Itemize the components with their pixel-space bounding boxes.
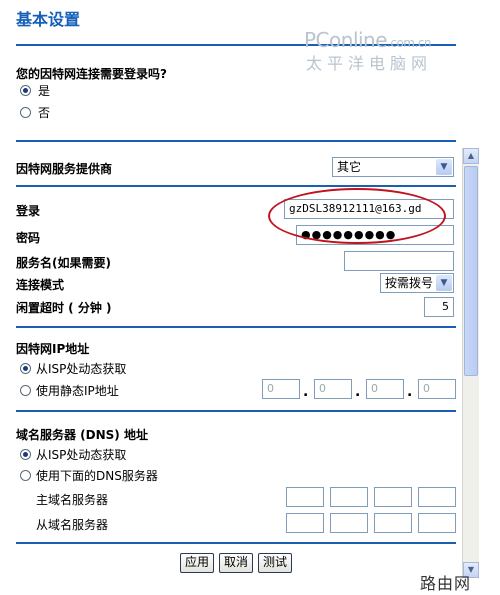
isp-label: 因特网服务提供商: [16, 162, 113, 176]
dns-manual-radio[interactable]: [20, 470, 31, 481]
ip-separator: .: [355, 384, 361, 400]
login-label: 登录: [16, 204, 41, 218]
watermark-logo: PConline.com.cn: [304, 28, 431, 52]
ip-static-label: 使用静态IP地址: [36, 384, 119, 398]
section-divider: [16, 326, 456, 328]
secondary-dns-octet-2[interactable]: [330, 513, 368, 533]
ip-heading: 因特网IP地址: [16, 342, 90, 356]
idle-timeout-field[interactable]: 5: [424, 297, 454, 317]
isp-select[interactable]: 其它 ▼: [332, 157, 454, 177]
ip-octet-2[interactable]: 0: [314, 379, 352, 399]
ip-dynamic-radio[interactable]: [20, 363, 31, 374]
page-title: 基本设置: [16, 10, 81, 29]
password-label: 密码: [16, 231, 41, 245]
chevron-down-icon[interactable]: ▼: [436, 275, 452, 291]
scroll-up-icon[interactable]: ▲: [463, 148, 479, 164]
secondary-dns-octet-1[interactable]: [286, 513, 324, 533]
section-divider: [16, 410, 456, 412]
service-name-field[interactable]: [344, 251, 454, 271]
ip-static-radio[interactable]: [20, 385, 31, 396]
login-required-question: 您的因特网连接需要登录吗?: [16, 67, 167, 81]
login-no-label: 否: [38, 106, 51, 120]
service-name-label: 服务名(如果需要): [16, 256, 111, 270]
secondary-dns-octet-4[interactable]: [418, 513, 456, 533]
test-button[interactable]: 测试: [258, 553, 292, 573]
dns-dynamic-label: 从ISP处动态获取: [36, 448, 127, 462]
ip-separator: .: [407, 384, 413, 400]
corner-watermark: 路由网: [420, 574, 472, 593]
section-divider: [16, 140, 456, 142]
apply-button[interactable]: 应用: [180, 553, 214, 573]
secondary-dns-label: 从域名服务器: [36, 518, 109, 532]
connection-mode-value: 按需拨号: [385, 276, 434, 290]
login-yes-radio[interactable]: [20, 85, 31, 96]
login-yes-label: 是: [38, 84, 51, 98]
primary-dns-octet-1[interactable]: [286, 487, 324, 507]
idle-timeout-label: 闲置超时 ( 分钟 ): [16, 301, 112, 315]
section-divider: [16, 542, 456, 544]
highlight-annotation: [268, 188, 446, 244]
secondary-dns-octet-3[interactable]: [374, 513, 412, 533]
dns-manual-label: 使用下面的DNS服务器: [36, 469, 158, 483]
connection-mode-label: 连接模式: [16, 278, 65, 292]
ip-dynamic-label: 从ISP处动态获取: [36, 362, 127, 376]
login-no-radio[interactable]: [20, 107, 31, 118]
primary-dns-label: 主域名服务器: [36, 493, 109, 507]
primary-dns-octet-3[interactable]: [374, 487, 412, 507]
section-divider: [16, 185, 456, 187]
ip-octet-3[interactable]: 0: [366, 379, 404, 399]
connection-mode-select[interactable]: 按需拨号 ▼: [380, 273, 454, 293]
watermark-tagline: 太平洋电脑网: [306, 54, 433, 73]
primary-dns-octet-2[interactable]: [330, 487, 368, 507]
ip-octet-1[interactable]: 0: [262, 379, 300, 399]
scroll-thumb[interactable]: [464, 166, 478, 376]
chevron-down-icon[interactable]: ▼: [436, 159, 452, 175]
dns-dynamic-radio[interactable]: [20, 449, 31, 460]
isp-selected-value: 其它: [337, 160, 362, 174]
cancel-button[interactable]: 取消: [219, 553, 253, 573]
ip-octet-4[interactable]: 0: [418, 379, 456, 399]
router-settings-panel: 基本设置 PConline.com.cn 太平洋电脑网 您的因特网连接需要登录吗…: [0, 0, 500, 595]
primary-dns-octet-4[interactable]: [418, 487, 456, 507]
ip-separator: .: [303, 384, 309, 400]
dns-heading: 域名服务器 (DNS) 地址: [16, 428, 148, 442]
vertical-scrollbar[interactable]: ▲ ▼: [462, 148, 479, 578]
